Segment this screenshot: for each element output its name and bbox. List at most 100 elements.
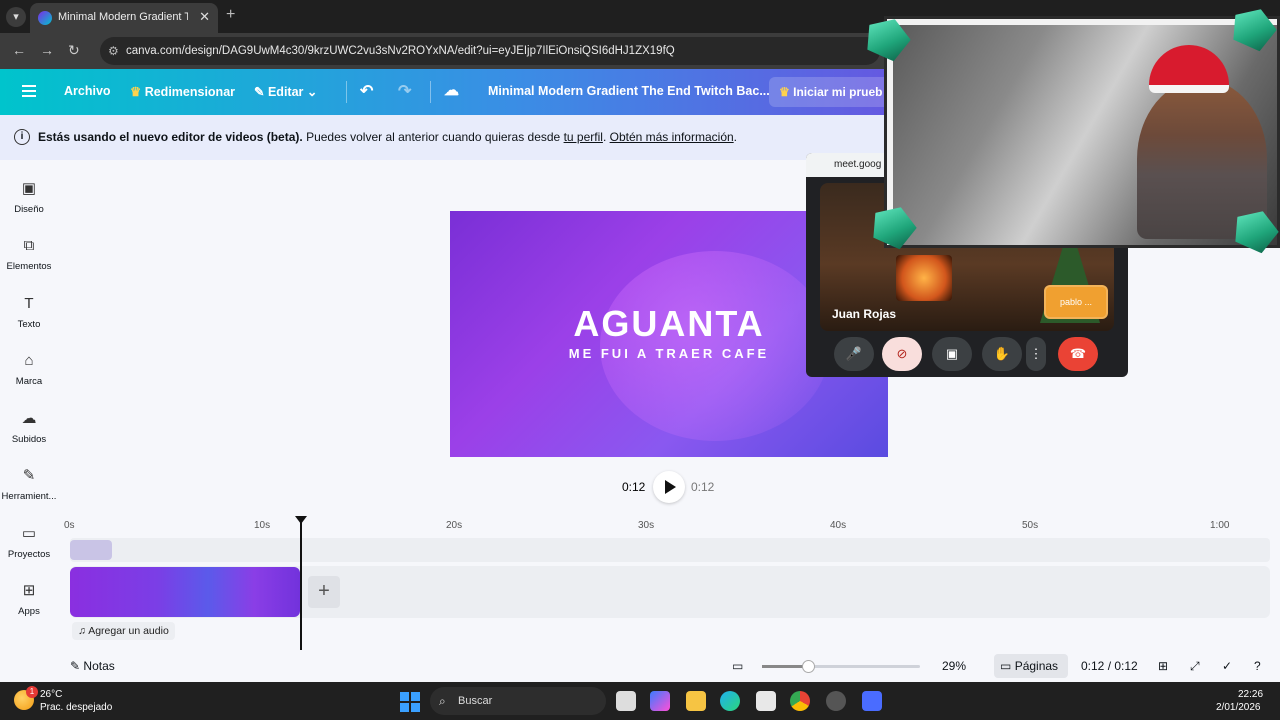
- file-menu-button[interactable]: Archivo: [64, 84, 111, 98]
- store-icon[interactable]: [756, 691, 776, 711]
- webcam-overlay: [884, 16, 1280, 248]
- add-audio-button[interactable]: ♫ Agregar un audio: [72, 622, 175, 640]
- animation-clip[interactable]: [70, 540, 112, 560]
- self-tile: pablo ...: [1044, 285, 1108, 319]
- edit-menu-button[interactable]: ✎ Editar ⌄: [254, 84, 317, 99]
- present-button[interactable]: ▣: [932, 337, 972, 371]
- resize-label: Redimensionar: [144, 85, 236, 99]
- divider: [346, 81, 347, 103]
- search-icon: ⌕: [439, 694, 446, 708]
- timeline-tick: 0s: [64, 520, 75, 531]
- add-page-button[interactable]: +: [308, 576, 340, 608]
- weather-icon[interactable]: 1: [14, 686, 38, 710]
- playhead[interactable]: [295, 516, 307, 650]
- sidebar-item-brand[interactable]: ⌂ Marca: [0, 352, 58, 387]
- chevron-down-icon: ⌄: [306, 85, 318, 99]
- sidebar-item-label: Proyectos: [7, 549, 51, 560]
- sidebar-item-label: Elementos: [6, 261, 52, 272]
- timeline-tick: 50s: [1022, 520, 1039, 531]
- sidebar-item-label: Apps: [18, 606, 40, 617]
- camera-off-button[interactable]: ⊘: [882, 337, 922, 371]
- url-text: canva.com/design/DAG9UwM4c30/9krzUWC2vu3…: [126, 45, 675, 57]
- start-trial-button[interactable]: ♛ Iniciar mi prueb: [769, 77, 899, 107]
- timeline-tick: 30s: [638, 520, 655, 531]
- timeline-tick: 20s: [446, 520, 463, 531]
- more-info-link[interactable]: Obtén más información: [610, 130, 734, 144]
- canva-favicon-icon: [38, 11, 52, 25]
- clock-time: 22:26: [1238, 689, 1264, 700]
- video-clip[interactable]: [70, 567, 300, 617]
- info-icon: i: [14, 129, 30, 145]
- edge-icon[interactable]: [720, 691, 740, 711]
- sidebar-item-apps[interactable]: ⊞ Apps: [0, 582, 58, 617]
- timeline-toggle-icon[interactable]: ▭: [732, 659, 743, 673]
- tab-search-button[interactable]: ▾: [6, 7, 26, 27]
- mic-button[interactable]: 🎤: [834, 337, 874, 371]
- back-icon[interactable]: ←: [12, 42, 26, 58]
- sidebar-item-label: Marca: [15, 376, 43, 387]
- app-icon[interactable]: [862, 691, 882, 711]
- divider: [430, 81, 431, 103]
- edit-label: Editar: [267, 85, 304, 99]
- search-label: Buscar: [458, 695, 493, 707]
- browser-tab-active[interactable]: Minimal Modern Gradient The ✕: [30, 3, 218, 33]
- fireplace: [896, 255, 952, 301]
- site-settings-icon[interactable]: ⚙: [108, 37, 119, 65]
- sidebar-item-tools[interactable]: ✎ Herramient...: [0, 467, 58, 502]
- windows-start-icon[interactable]: [400, 692, 420, 712]
- redo-icon[interactable]: ↷: [398, 81, 411, 101]
- cloud-saved-icon[interactable]: ☁: [444, 81, 459, 99]
- sidebar-item-design[interactable]: ▣ Diseño: [0, 180, 58, 215]
- sidebar-item-label: Diseño: [14, 204, 44, 215]
- play-button[interactable]: [653, 471, 685, 503]
- sidebar-item-uploads[interactable]: ☁ Subidos: [0, 410, 58, 445]
- undo-icon[interactable]: ↶: [360, 81, 373, 101]
- raise-hand-button[interactable]: ✋: [982, 337, 1022, 371]
- design-title[interactable]: Minimal Modern Gradient The End Twitch B…: [488, 84, 770, 98]
- file-explorer-icon[interactable]: [686, 691, 706, 711]
- resize-button[interactable]: ♛ Redimensionar: [130, 84, 235, 99]
- folder-icon: ▭: [21, 525, 37, 542]
- profile-link[interactable]: tu perfil: [564, 130, 603, 144]
- shapes-icon: ⧉: [23, 237, 35, 254]
- new-tab-button[interactable]: +: [226, 6, 235, 24]
- tab-title: Minimal Modern Gradient The: [58, 11, 188, 23]
- notes-button[interactable]: ✎ Notas: [70, 659, 115, 673]
- fullscreen-icon[interactable]: ⤢: [1190, 659, 1200, 674]
- music-note-icon: ♫: [78, 625, 86, 637]
- sidebar-item-elements[interactable]: ⧉ Elementos: [0, 237, 58, 272]
- chrome-icon[interactable]: [790, 691, 810, 711]
- check-icon[interactable]: ✓: [1222, 659, 1232, 673]
- pencil-icon: ✎: [254, 85, 265, 99]
- trial-label: Iniciar mi prueb: [793, 85, 883, 99]
- zoom-knob[interactable]: [802, 660, 815, 673]
- cloud-upload-icon: ☁: [21, 410, 37, 427]
- crown-icon: ♛: [130, 85, 142, 99]
- timeline: 0s 10s 20s 30s 40s 50s 1:00 + ♫ Agregar …: [58, 510, 1280, 650]
- app-icon[interactable]: [826, 691, 846, 711]
- timeline-tick: 1:00: [1210, 520, 1230, 531]
- weather-temp: 26°C: [40, 689, 63, 700]
- forward-icon[interactable]: →: [40, 42, 54, 58]
- zoom-percent[interactable]: 29%: [942, 659, 966, 673]
- copilot-icon[interactable]: [650, 691, 670, 711]
- help-icon[interactable]: ?: [1254, 659, 1261, 673]
- sidebar-item-projects[interactable]: ▭ Proyectos: [0, 525, 58, 560]
- taskbar-search[interactable]: ⌕ Buscar: [430, 687, 606, 715]
- close-tab-icon[interactable]: ✕: [199, 9, 210, 25]
- timeline-tick: 10s: [254, 520, 271, 531]
- task-view-icon[interactable]: [616, 691, 636, 711]
- menu-icon[interactable]: [22, 85, 36, 97]
- more-options-icon[interactable]: ⋮: [1026, 337, 1046, 371]
- banner-body: Puedes volver al anterior cuando quieras…: [302, 130, 564, 144]
- video-track: +: [70, 566, 1270, 618]
- brand-icon: ⌂: [24, 352, 34, 369]
- reload-icon[interactable]: ↻: [68, 42, 80, 59]
- zoom-slider[interactable]: [762, 660, 920, 673]
- layout-icon: ▣: [21, 180, 37, 197]
- grid-view-icon[interactable]: ⊞: [1158, 659, 1168, 673]
- sidebar-item-text[interactable]: T Texto: [0, 295, 58, 330]
- end-call-button[interactable]: ☎: [1058, 337, 1098, 371]
- url-field[interactable]: ⚙ canva.com/design/DAG9UwM4c30/9krzUWC2v…: [100, 37, 880, 65]
- pages-label: Páginas: [1014, 659, 1059, 673]
